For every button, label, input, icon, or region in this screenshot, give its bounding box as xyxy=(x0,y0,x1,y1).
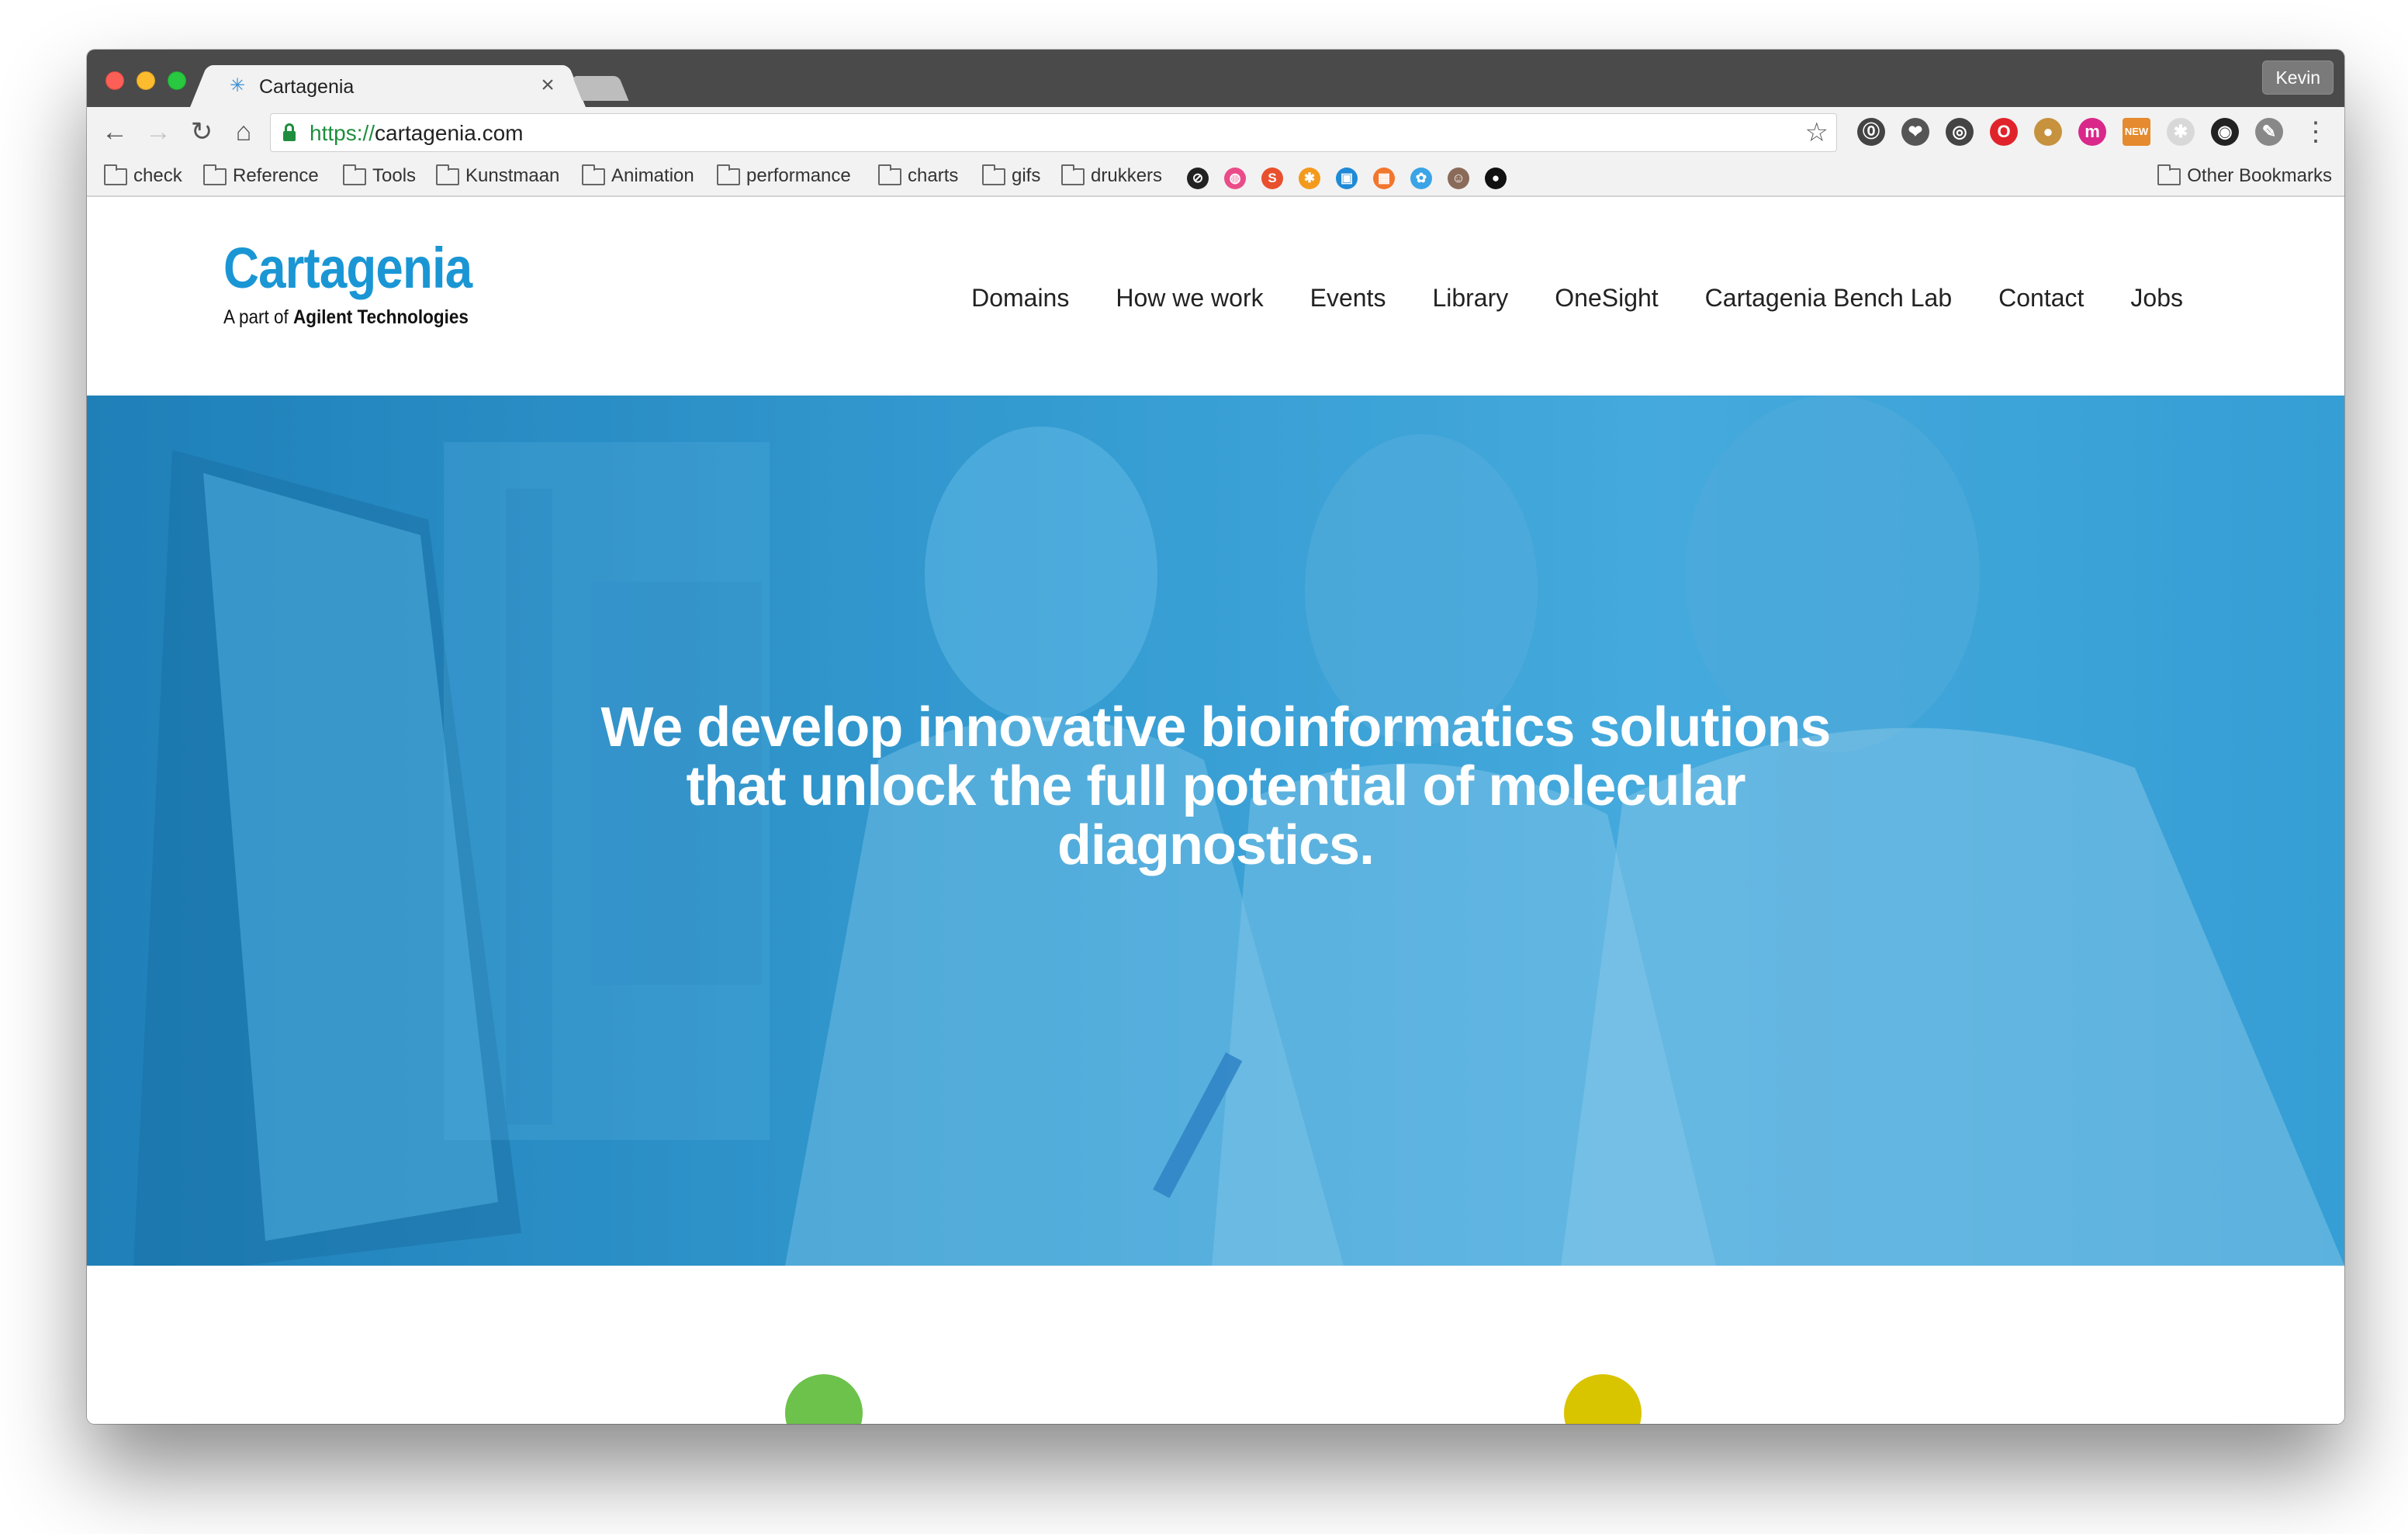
bookmark-folder-label: Tools xyxy=(372,165,417,186)
hero-headline: We develop innovative bioinformatics sol… xyxy=(87,698,2344,875)
web-page: Cartagenia A part of Agilent Technologie… xyxy=(87,199,2344,1424)
folder-icon xyxy=(203,164,227,185)
globe-icon[interactable]: ◎ xyxy=(1946,118,1974,146)
url-text: https://cartagenia.com xyxy=(310,121,524,145)
tab-title: Cartagenia xyxy=(259,76,355,98)
site-header: Cartagenia A part of Agilent Technologie… xyxy=(87,199,2344,396)
bookmark-folder-label: Animation xyxy=(611,165,694,186)
home-icon[interactable]: ⌂ xyxy=(227,115,261,149)
folder-icon xyxy=(717,164,740,185)
folder-icon xyxy=(582,164,605,185)
blue-circle-icon[interactable]: ✿ xyxy=(1410,168,1432,189)
bookmark-folder-performance[interactable]: performance xyxy=(717,164,851,188)
cartagenia-logo[interactable]: Cartagenia A part of Agilent Technologie… xyxy=(223,237,512,329)
address-bar[interactable]: https://cartagenia.com ☆ xyxy=(270,113,1837,152)
no-icon[interactable]: ⊘ xyxy=(1187,168,1209,189)
folder-icon xyxy=(104,164,127,185)
photo-icon[interactable]: ▣ xyxy=(1336,168,1358,189)
zoom-window-button[interactable] xyxy=(168,71,186,90)
close-window-button[interactable] xyxy=(106,71,124,90)
main-navigation: Domains How we work Events Library OneSight C… xyxy=(971,282,2183,313)
browser-toolbar: ← → ↻ ⌂ https://cartagenia.com ☆ ⓪ ❤ ◎ O ● m N… xyxy=(87,107,2344,157)
forward-arrow-icon[interactable]: → xyxy=(141,115,175,149)
bookmark-folder-label: Reference xyxy=(233,165,319,186)
folder-icon xyxy=(1061,164,1085,185)
avatar-icon[interactable]: ☺ xyxy=(1448,168,1469,189)
nav-how-we-work[interactable]: How we work xyxy=(1116,282,1263,313)
bookmark-folder-gifs[interactable]: gifs xyxy=(982,164,1040,188)
nav-domains[interactable]: Domains xyxy=(971,282,1069,313)
back-arrow-icon[interactable]: ← xyxy=(98,115,132,149)
bookmark-folder-label: gifs xyxy=(1012,165,1041,186)
nav-onesight[interactable]: OneSight xyxy=(1555,282,1658,313)
bookmark-folder-animation[interactable]: Animation xyxy=(582,164,694,188)
hero-line: We develop innovative bioinformatics sol… xyxy=(600,696,1832,758)
bookmark-folder-label: charts xyxy=(908,165,959,186)
hero-banner: We develop innovative bioinformatics sol… xyxy=(87,396,2344,1266)
bookmark-folder-tools[interactable]: Tools xyxy=(343,164,416,188)
cookie-icon[interactable]: ● xyxy=(2034,118,2062,146)
tab-cartagenia[interactable]: ✳ Cartagenia × xyxy=(209,65,566,107)
browser-window: ✳ Cartagenia × Kevin ← → ↻ ⌂ https://car… xyxy=(87,50,2344,1424)
minimize-window-button[interactable] xyxy=(137,71,155,90)
logo-wordmark: Cartagenia xyxy=(223,236,472,300)
bookmark-folder-reference[interactable]: Reference xyxy=(203,164,319,188)
clipboard-icon xyxy=(785,1374,863,1424)
nav-library[interactable]: Library xyxy=(1432,282,1508,313)
cartagenia-favicon-icon: ✳ xyxy=(229,75,246,96)
features-section xyxy=(87,1266,2344,1424)
bookmark-folder-check[interactable]: check xyxy=(104,164,182,188)
close-tab-icon[interactable]: × xyxy=(535,73,560,98)
github-icon[interactable]: ● xyxy=(1485,168,1507,189)
hero-line: that unlock the full potential of molecu… xyxy=(686,755,1745,817)
s-icon[interactable]: S xyxy=(1261,168,1283,189)
eraser-icon[interactable]: ✎ xyxy=(2255,118,2283,146)
reload-icon[interactable]: ↻ xyxy=(185,115,219,149)
logo-tagline: A part of Agilent Technologies xyxy=(223,306,469,328)
profile-button[interactable]: Kevin xyxy=(2262,60,2334,95)
bookmarks-bar: check Reference Tools Kunstmaan Animation per… xyxy=(87,157,2344,197)
bookmark-folder-label: drukkers xyxy=(1091,165,1163,186)
folder-icon xyxy=(878,164,901,185)
nav-events[interactable]: Events xyxy=(1310,282,1386,313)
hero-line: diagnostics. xyxy=(1057,814,1375,876)
m-script-icon[interactable]: m xyxy=(2078,118,2106,146)
asterisk-icon[interactable]: ✱ xyxy=(1299,168,1320,189)
new-tab-button[interactable] xyxy=(572,76,629,101)
chrome-menu-icon[interactable]: ⋮ xyxy=(2302,115,2329,149)
puzzle-icon[interactable]: ✱ xyxy=(2167,118,2195,146)
folder-icon xyxy=(343,164,366,185)
folder-icon xyxy=(2157,164,2181,185)
folder-icon xyxy=(982,164,1005,185)
nav-contact[interactable]: Contact xyxy=(1998,282,2084,313)
bookmark-folder-label: check xyxy=(133,165,182,186)
pocket-icon[interactable]: ❤ xyxy=(1901,118,1929,146)
dribbble-icon[interactable]: ◍ xyxy=(1224,168,1246,189)
bookmark-folder-kunstmaan[interactable]: Kunstmaan xyxy=(436,164,559,188)
colorpicker-icon[interactable]: ◉ xyxy=(2211,118,2239,146)
other-bookmarks-label: Other Bookmarks xyxy=(2187,165,2332,186)
other-bookmarks-folder[interactable]: Other Bookmarks xyxy=(2157,164,2332,188)
new-badge-icon[interactable]: NEW xyxy=(2123,118,2150,146)
bookmark-folder-label: Kunstmaan xyxy=(465,165,560,186)
nav-jobs[interactable]: Jobs xyxy=(2130,282,2183,313)
bookmark-star-icon[interactable]: ☆ xyxy=(1805,119,1828,147)
bookmark-folder-charts[interactable]: charts xyxy=(878,164,958,188)
title-bar: ✳ Cartagenia × Kevin xyxy=(87,50,2344,107)
nav-cartagenia-bench-lab[interactable]: Cartagenia Bench Lab xyxy=(1705,282,1952,313)
folder-icon xyxy=(436,164,459,185)
orange-square-icon[interactable]: ▦ xyxy=(1373,168,1395,189)
microscope-icon xyxy=(1564,1374,1642,1424)
1password-icon[interactable]: ⓪ xyxy=(1857,118,1885,146)
opera-icon[interactable]: O xyxy=(1990,118,2018,146)
lock-icon xyxy=(283,123,296,142)
bookmark-folder-drukkers[interactable]: drukkers xyxy=(1061,164,1162,188)
bookmark-folder-label: performance xyxy=(746,165,851,186)
